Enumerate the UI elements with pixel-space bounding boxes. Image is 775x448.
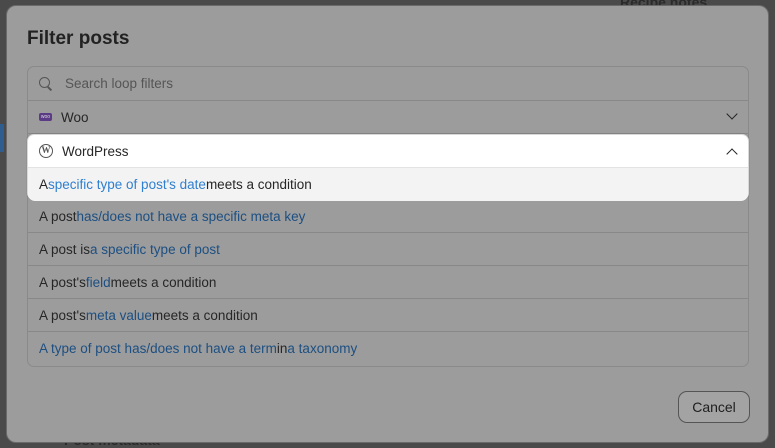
filter-link[interactable]: meta value [86,308,152,323]
filter-link[interactable]: specific type of post's date [48,177,206,192]
filter-item-meta-key[interactable]: A post has/does not have a specific meta… [28,200,748,233]
filter-item-post-date[interactable]: A specific type of post's date meets a c… [28,168,748,201]
filter-item-post-type[interactable]: A post is a specific type of post [28,233,748,266]
chevron-down-icon[interactable] [726,108,738,120]
filter-item-field[interactable]: A post's field meets a condition [28,266,748,299]
group-wordpress-expanded: W WordPress A specific type of post's da… [27,134,749,201]
background-active-strip [0,124,4,152]
filter-link[interactable]: has/does not have a specific meta key [77,209,306,224]
cancel-button[interactable]: Cancel [678,391,750,423]
filters-panel: woo Woo W WordPress A specific type of p… [27,66,749,367]
filter-link[interactable]: a specific type of post [90,242,220,257]
filter-link[interactable]: field [86,275,111,290]
group-label-wordpress: WordPress [62,143,129,159]
woo-icon: woo [39,113,52,121]
group-header-wordpress[interactable]: W WordPress [28,135,748,168]
group-header-woo[interactable]: woo Woo [28,101,748,134]
filter-item-taxonomy-term[interactable]: A type of post has/does not have a term … [28,332,748,365]
wordpress-icon: W [39,144,53,158]
search-input[interactable] [65,76,665,91]
search-icon [39,76,53,91]
filter-link[interactable]: A type of post has/does not have a term [39,341,277,356]
filter-posts-modal: Filter posts woo Woo W WordPress A speci… [6,5,769,443]
modal-title: Filter posts [27,28,130,49]
filter-item-meta-value[interactable]: A post's meta value meets a condition [28,299,748,332]
chevron-up-icon[interactable] [726,148,738,160]
filter-link[interactable]: a taxonomy [287,341,357,356]
group-label-woo: Woo [61,109,89,125]
search-row [28,67,748,101]
